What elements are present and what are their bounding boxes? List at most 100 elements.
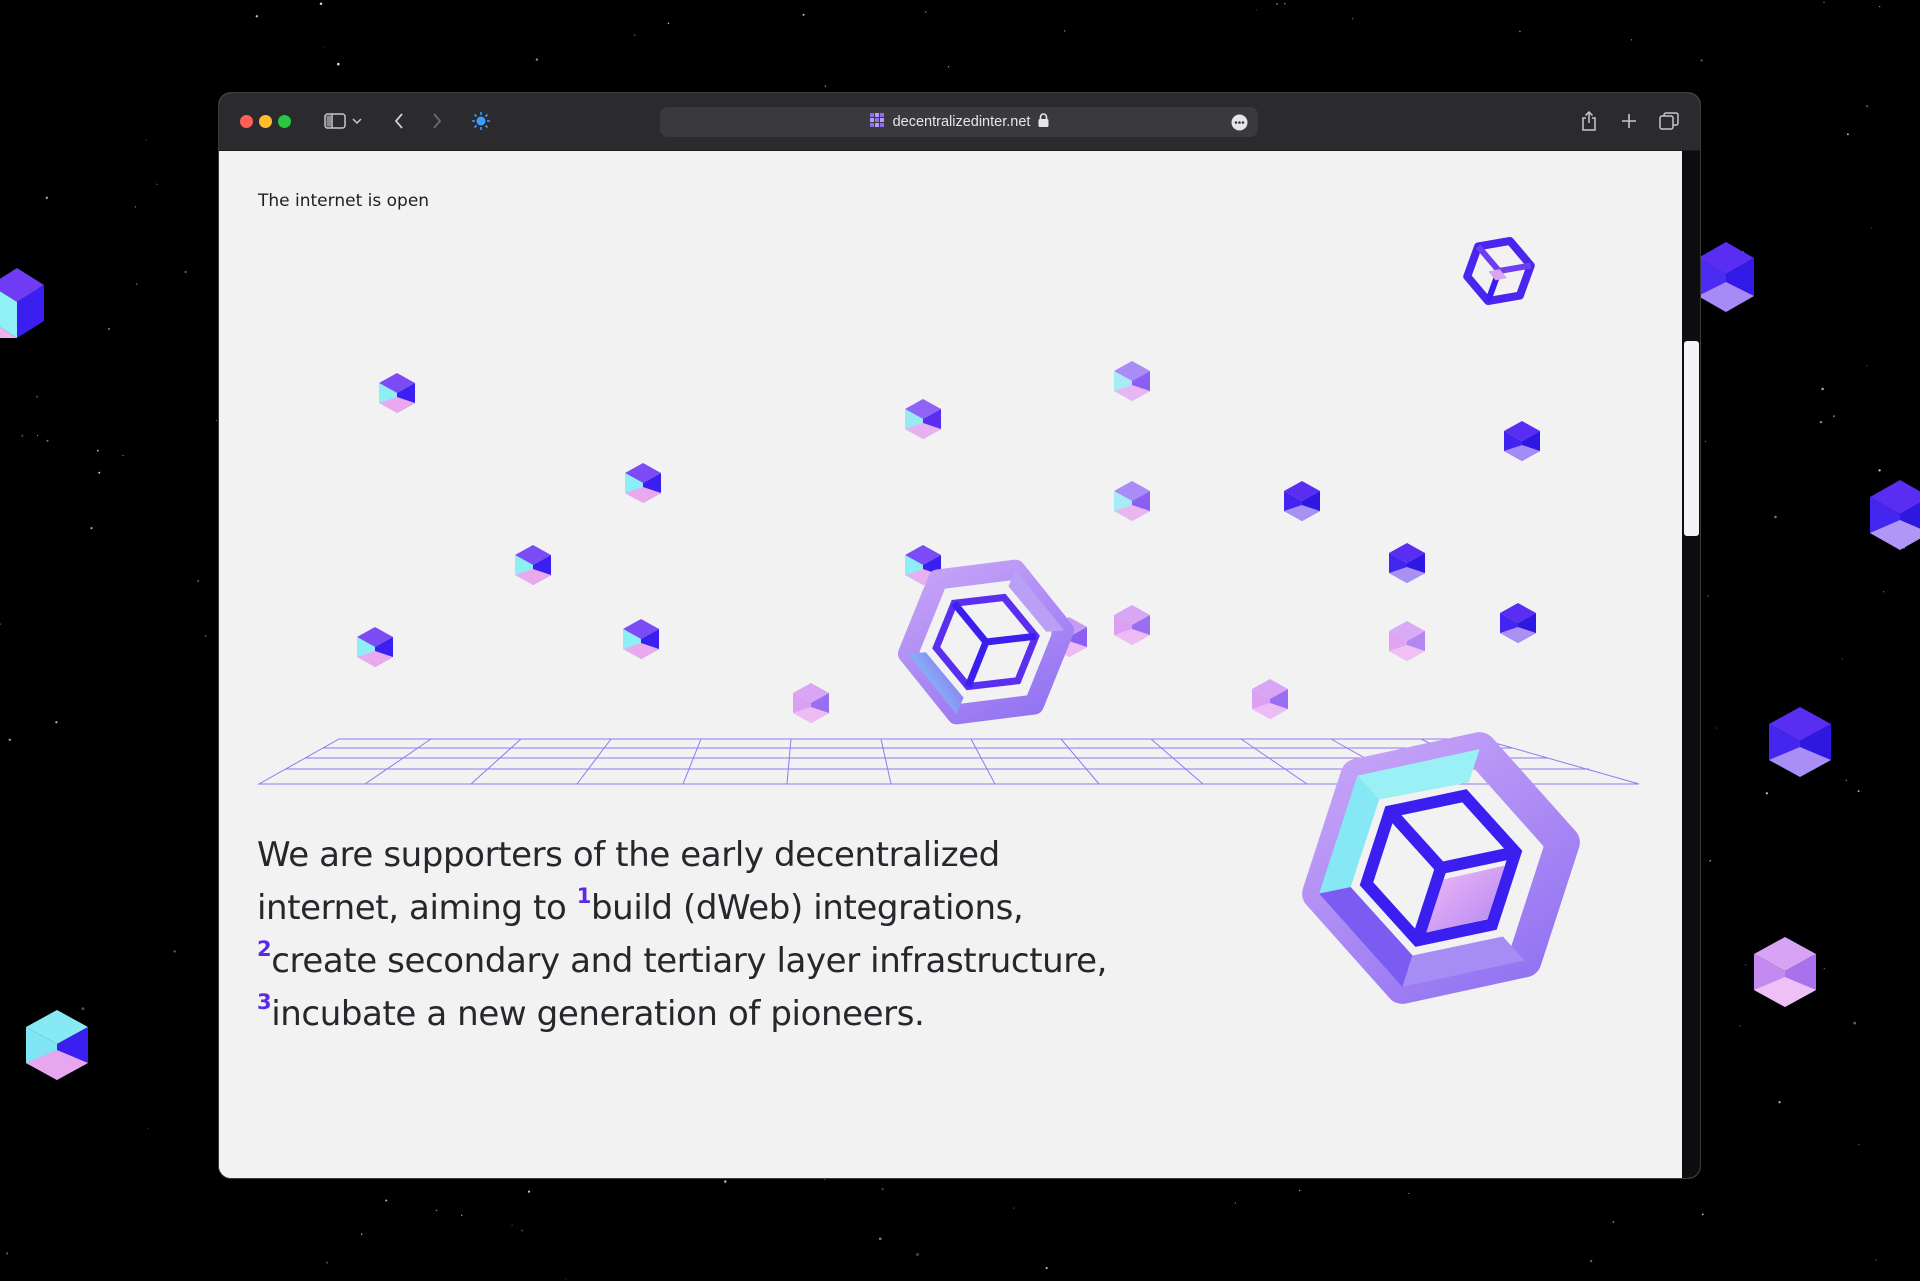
cube (1389, 543, 1425, 583)
more-icon[interactable] (1231, 114, 1248, 135)
hero-part-4: incubate a new generation of pioneers. (271, 994, 925, 1034)
star (360, 1233, 363, 1235)
forward-icon[interactable] (429, 107, 445, 135)
share-icon[interactable] (1579, 107, 1599, 135)
floating-cube (26, 1010, 88, 1084)
star (136, 283, 138, 285)
star (460, 1214, 463, 1217)
star (1739, 1025, 1741, 1027)
star (319, 2, 323, 6)
star (1853, 1021, 1857, 1025)
star (0, 623, 2, 626)
zoom-dot[interactable] (278, 115, 291, 128)
hero-part-3: create secondary and tertiary layer infr… (271, 941, 1108, 981)
star (1883, 591, 1885, 593)
hollow-cube-small (1463, 236, 1535, 306)
star (634, 34, 636, 36)
star (197, 579, 200, 583)
sidebar-icon[interactable] (323, 107, 347, 135)
browser-toolbar: decentralizedinter.net (219, 93, 1700, 151)
star (255, 15, 258, 18)
star (97, 449, 99, 452)
star (947, 65, 950, 68)
address-bar[interactable]: decentralizedinter.net (660, 107, 1258, 137)
site-favicon (869, 112, 885, 132)
star (1013, 1207, 1015, 1209)
web-page: The internet is open We are supporters o… (219, 151, 1682, 1178)
star (1716, 727, 1718, 729)
scrollbar-thumb[interactable] (1684, 341, 1699, 536)
star (1845, 779, 1848, 782)
scrollbar-track[interactable] (1682, 151, 1700, 1178)
footnote-2: 2 (257, 936, 272, 961)
floating-cube (1769, 707, 1831, 781)
star (1255, 9, 1258, 11)
star (521, 1229, 523, 1232)
cube (623, 619, 659, 659)
hollow-cube-large (1302, 732, 1580, 1004)
star (1707, 594, 1709, 597)
star (823, 1178, 826, 1181)
star (878, 1237, 882, 1241)
cube (357, 627, 393, 667)
star (1284, 3, 1286, 5)
minimize-dot[interactable] (259, 115, 272, 128)
star (1709, 859, 1712, 862)
browser-window: decentralizedinter.net The internet is o… (219, 93, 1700, 1178)
star (323, 47, 325, 49)
star (145, 139, 147, 141)
close-dot[interactable] (240, 115, 253, 128)
star (8, 738, 11, 741)
floating-cube (0, 268, 44, 342)
star (326, 1261, 328, 1264)
star (1408, 1192, 1410, 1195)
small-cubes (357, 361, 1540, 723)
star (1878, 469, 1881, 472)
star (98, 471, 101, 474)
footnote-1: 1 (576, 883, 592, 908)
cube (1252, 679, 1288, 719)
new-tab-icon[interactable] (1619, 107, 1639, 135)
star (1045, 1267, 1048, 1270)
star (1823, 1, 1825, 4)
star (1821, 387, 1824, 391)
star (511, 1224, 513, 1226)
star (45, 196, 48, 199)
site-bug-icon[interactable] (469, 107, 493, 135)
star (1745, 964, 1747, 966)
star (134, 206, 136, 208)
star (1612, 1221, 1615, 1223)
star (122, 454, 124, 457)
star (724, 1180, 727, 1183)
star (925, 11, 927, 13)
star (535, 58, 539, 61)
star (1857, 790, 1860, 793)
star (90, 526, 93, 530)
star (35, 395, 39, 398)
chevron-down-icon[interactable] (350, 107, 364, 135)
star (215, 419, 217, 421)
star (1778, 1101, 1781, 1104)
star (46, 439, 49, 442)
floating-cube (1870, 480, 1920, 554)
star (1819, 420, 1823, 424)
cube (1114, 605, 1150, 645)
star (21, 434, 24, 437)
star (1858, 1143, 1860, 1146)
tabs-overview-icon[interactable] (1658, 107, 1680, 135)
star (204, 635, 207, 637)
cube (793, 683, 829, 723)
back-icon[interactable] (391, 107, 407, 135)
cube (515, 545, 551, 585)
star (1352, 18, 1354, 20)
star (1866, 365, 1868, 367)
star (336, 62, 340, 66)
footnote-3: 3 (257, 989, 272, 1014)
lock-icon (1038, 113, 1049, 131)
star (156, 183, 158, 185)
star (1865, 105, 1869, 108)
floating-cube (1754, 937, 1816, 1011)
star (1833, 415, 1835, 418)
cube (1504, 421, 1540, 461)
star (1841, 658, 1843, 660)
